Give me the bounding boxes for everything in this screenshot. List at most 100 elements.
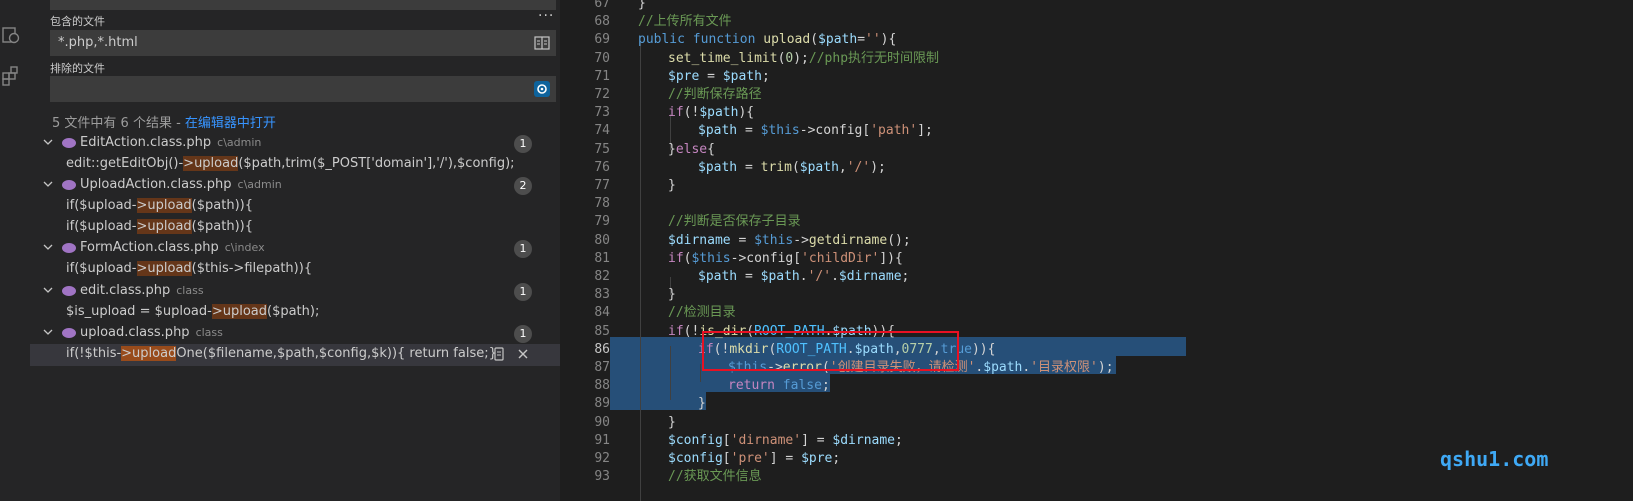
match-suffix: One($filename,$path,$config,$k)){ return… xyxy=(176,346,497,361)
match-suffix: ($path)){ xyxy=(191,198,253,213)
line-number: 82 xyxy=(594,269,610,284)
match-prefix: $is_upload = $upload- xyxy=(66,304,212,319)
code-line: } xyxy=(638,0,646,11)
replace-icon[interactable] xyxy=(492,347,506,361)
match-highlight: >upload xyxy=(136,219,192,234)
match-suffix: ($path,trim($_POST['domain'],'/'),$confi… xyxy=(238,156,515,171)
code-line: if(!$path){ xyxy=(668,105,755,121)
code-line: } xyxy=(668,414,676,430)
result-count-badge: 1 xyxy=(514,240,532,258)
code-line: } xyxy=(668,178,676,193)
php-elephant-icon xyxy=(62,138,76,148)
result-file-path: c\admin xyxy=(237,178,282,191)
remote-explorer-icon[interactable] xyxy=(2,26,22,46)
include-files-input[interactable]: *.php,*.html xyxy=(50,30,556,56)
code-line: //判断是否保存子目录 xyxy=(668,214,801,230)
code-line: if($this->config['childDir']){ xyxy=(668,250,903,266)
result-match[interactable]: if($upload->upload($path)){ xyxy=(30,217,560,239)
line-number: 86 xyxy=(594,341,610,357)
line-number: 91 xyxy=(594,432,610,448)
line-number: 78 xyxy=(594,196,610,212)
line-number: 88 xyxy=(594,378,610,394)
result-file-path: c\index xyxy=(224,241,265,254)
result-match-selected[interactable]: if(!$this->uploadOne($filename,$path,$co… xyxy=(30,344,560,366)
line-number: 85 xyxy=(594,323,610,339)
line-number: 77 xyxy=(594,178,610,193)
line-number: 74 xyxy=(594,123,610,139)
match-prefix: if($upload- xyxy=(66,198,137,213)
code-editor[interactable]: 67} 68 //上传所有文件 69 public function upload($p… xyxy=(560,0,1633,501)
selection-line-89 xyxy=(610,391,706,410)
php-elephant-icon xyxy=(62,328,76,338)
code-line: //检测目录 xyxy=(668,305,736,321)
open-editors-only-icon[interactable] xyxy=(534,35,550,51)
gear-icon[interactable] xyxy=(534,81,550,97)
code-line: $config['dirname'] = $dirname; xyxy=(668,432,903,448)
result-file[interactable]: UploadAction.class.php c\admin 2 xyxy=(30,175,560,197)
result-file-path: class xyxy=(195,326,223,339)
chevron-down-icon[interactable] xyxy=(42,284,54,296)
result-file-name: FormAction.class.php xyxy=(80,240,219,255)
result-file[interactable]: edit.class.php class 1 xyxy=(30,281,560,303)
chevron-down-icon[interactable] xyxy=(42,178,54,190)
line-number: 84 xyxy=(594,305,610,321)
match-prefix: if($upload- xyxy=(66,261,137,276)
match-prefix: if($upload- xyxy=(66,219,137,234)
chevron-down-icon[interactable] xyxy=(42,136,54,148)
code-line: set_time_limit(0);//php执行无时间限制 xyxy=(668,50,940,66)
code-line: } xyxy=(698,396,706,412)
indent-guide xyxy=(640,41,641,501)
line-number: 73 xyxy=(594,105,610,121)
result-match[interactable]: edit::getEditObj()->upload($path,trim($_… xyxy=(30,154,560,176)
match-highlight: >upload xyxy=(183,156,239,171)
code-line: $config['pre'] = $pre; xyxy=(668,451,841,466)
result-count-badge: 2 xyxy=(514,177,532,195)
result-file[interactable]: EditAction.class.php c\admin 1 xyxy=(30,133,560,155)
line-number: 81 xyxy=(594,250,610,266)
code-line: //上传所有文件 xyxy=(638,14,732,30)
close-icon[interactable] xyxy=(516,347,530,361)
results-summary: 5 文件中有 6 个结果 - 在编辑器中打开 xyxy=(52,112,276,131)
line-number: 79 xyxy=(594,214,610,230)
result-match[interactable]: if($upload->upload($this->filepath)){ xyxy=(30,259,560,281)
more-actions-icon[interactable]: ··· xyxy=(538,8,554,24)
include-files-label: 包含的文件 xyxy=(50,15,105,28)
code-line: }else{ xyxy=(668,141,715,157)
line-number: 87 xyxy=(594,360,610,375)
chevron-down-icon[interactable] xyxy=(42,241,54,253)
result-match[interactable]: $is_upload = $upload->upload($path); xyxy=(30,302,560,324)
result-match[interactable]: if($upload->upload($path)){ xyxy=(30,196,560,218)
match-highlight: >upload xyxy=(211,304,267,319)
code-line: //获取文件信息 xyxy=(668,469,762,485)
code-line: } xyxy=(668,287,676,303)
code-line: $dirname = $this->getdirname(); xyxy=(668,232,911,248)
result-file-name: edit.class.php xyxy=(80,283,171,298)
result-file-name: UploadAction.class.php xyxy=(80,177,232,192)
php-elephant-icon xyxy=(62,180,76,190)
code-line: $path = $this->config['path']; xyxy=(698,123,933,139)
open-in-editor-link[interactable]: 在编辑器中打开 xyxy=(185,116,276,131)
line-number: 71 xyxy=(594,68,610,84)
indent-guide xyxy=(700,364,701,382)
line-number: 72 xyxy=(594,87,610,102)
match-suffix: ($this->filepath)){ xyxy=(191,261,313,276)
chevron-down-icon[interactable] xyxy=(42,326,54,338)
exclude-files-label: 排除的文件 xyxy=(50,62,105,75)
replace-input[interactable] xyxy=(50,0,556,10)
code-line: public function upload($path=''){ xyxy=(638,32,897,48)
result-count-badge: 1 xyxy=(514,325,532,343)
match-highlight: >upload xyxy=(136,261,192,276)
result-file[interactable]: FormAction.class.php c\index 1 xyxy=(30,238,560,260)
line-number: 80 xyxy=(594,232,610,248)
extensions-icon[interactable] xyxy=(2,66,22,86)
exclude-files-input[interactable] xyxy=(50,76,556,102)
code-line: $path = $path.'/'.$dirname; xyxy=(698,269,910,284)
line-number: 75 xyxy=(594,141,610,157)
result-file[interactable]: upload.class.php class 1 xyxy=(30,323,560,345)
line-number: 89 xyxy=(594,396,610,412)
line-number: 67 xyxy=(594,0,610,11)
match-suffix: ($path); xyxy=(267,304,320,319)
results-summary-text: 5 文件中有 6 个结果 - xyxy=(52,116,185,131)
include-files-value: *.php,*.html xyxy=(58,35,138,50)
result-file-name: EditAction.class.php xyxy=(80,135,212,150)
